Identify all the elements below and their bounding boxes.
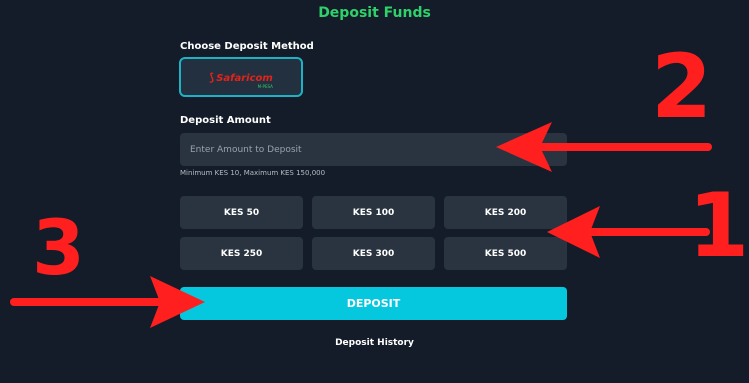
annotation-arrows [10,122,712,328]
quick-amount-button[interactable]: KES 50 [180,196,303,229]
safaricom-logo-text: Safaricom [216,72,273,84]
quick-amount-button[interactable]: KES 250 [180,237,303,270]
deposit-history-link[interactable]: Deposit History [0,338,749,348]
safaricom-logo: ⟆ Safaricom M-PESA [209,66,273,89]
quick-amount-button[interactable]: KES 200 [444,196,567,229]
deposit-amount-label: Deposit Amount [180,115,271,126]
annotation-number-2: 2 [651,35,713,138]
arrow-to-quick-amounts [547,206,710,258]
deposit-button[interactable]: DEPOSIT [180,287,567,320]
quick-amount-grid: KES 50 KES 100 KES 200 KES 250 KES 300 K… [180,196,567,270]
safaricom-method-button[interactable]: ⟆ Safaricom M-PESA [179,57,303,97]
quick-amount-button[interactable]: KES 100 [312,196,435,229]
safaricom-mark-icon: ⟆ [209,70,215,84]
page-title: Deposit Funds [318,5,431,21]
quick-amount-button[interactable]: KES 500 [444,237,567,270]
amount-limits-hint: Minimum KES 10, Maximum KES 150,000 [180,169,326,177]
safaricom-logo-subtext: M-PESA [257,83,273,89]
quick-amount-button[interactable]: KES 300 [312,237,435,270]
deposit-method-label: Choose Deposit Method [180,41,314,52]
annotation-number-3: 3 [32,203,85,292]
deposit-amount-input[interactable] [180,133,567,166]
annotation-number-1: 1 [688,174,749,277]
